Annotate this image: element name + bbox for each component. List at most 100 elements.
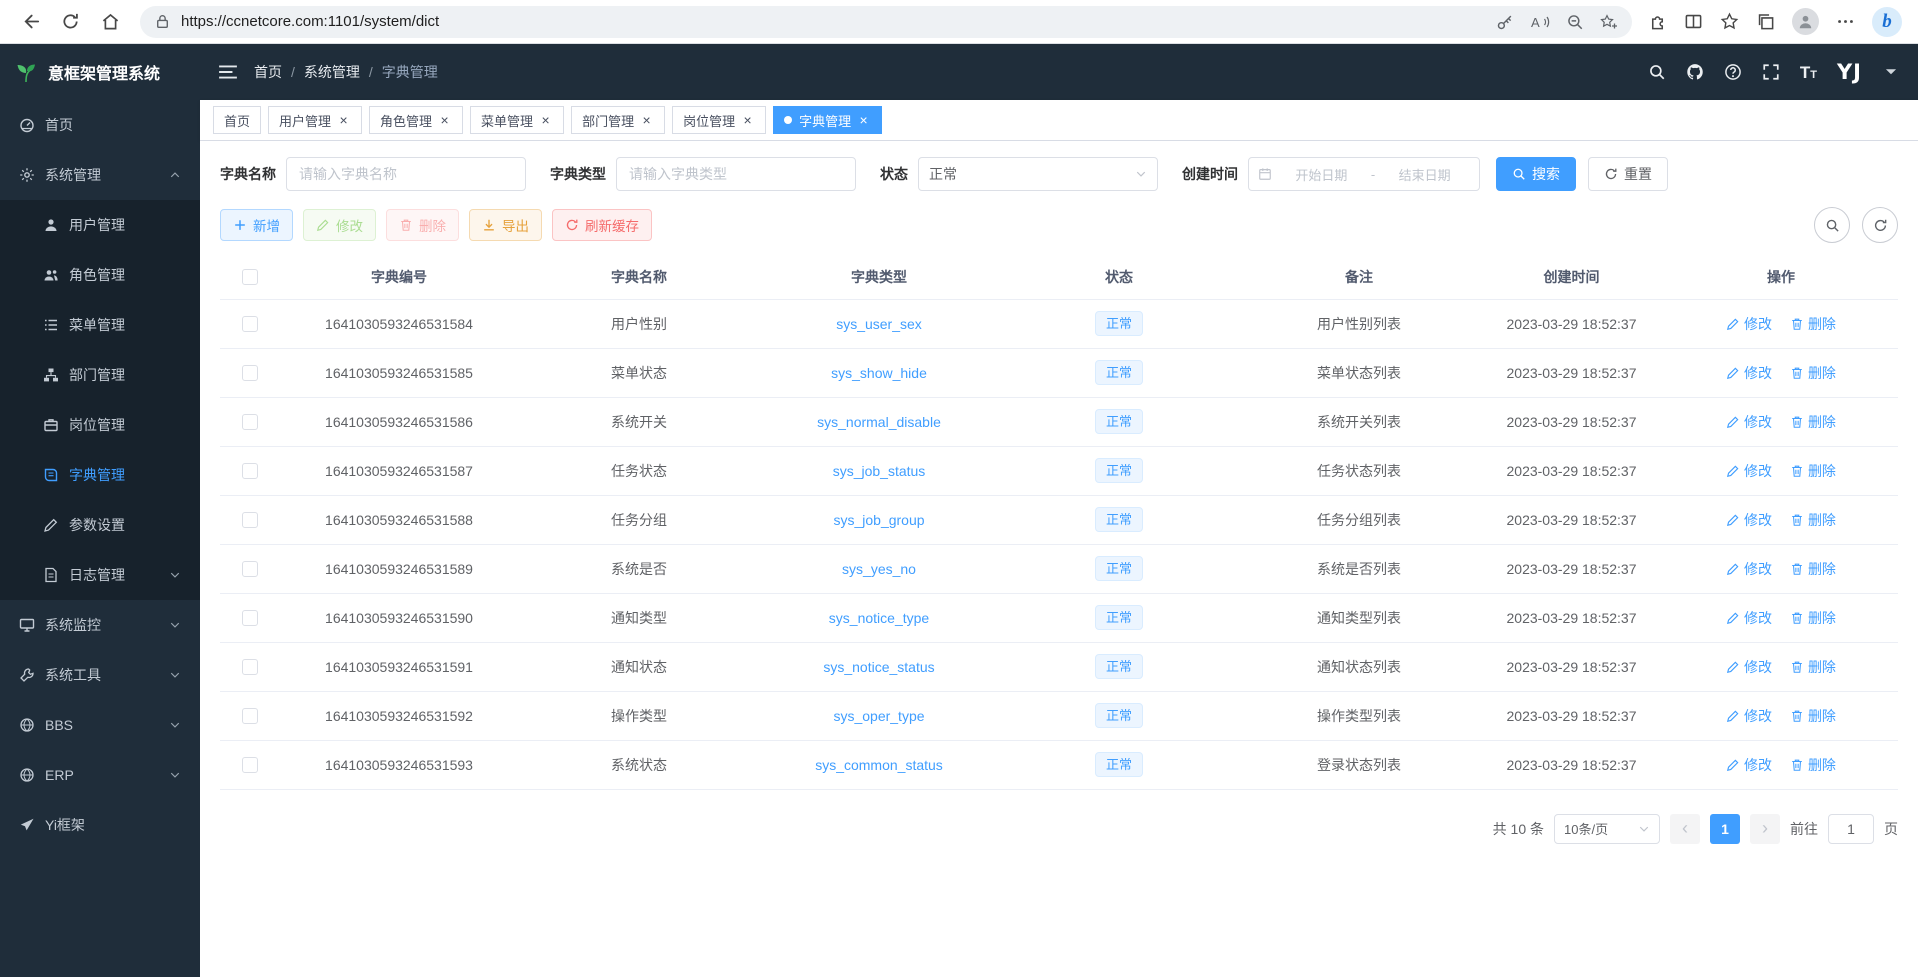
password-key-icon[interactable]	[1496, 13, 1514, 31]
create-time-range-picker[interactable]: 开始日期 - 结束日期	[1248, 157, 1480, 191]
sidebar-item-menu-mgmt[interactable]: 菜单管理	[0, 300, 200, 350]
browser-home-button[interactable]	[92, 5, 128, 39]
sidebar-item-role-mgmt[interactable]: 角色管理	[0, 250, 200, 300]
end-date-placeholder[interactable]: 结束日期	[1379, 165, 1470, 184]
search-button[interactable]: 搜索	[1496, 157, 1576, 191]
row-checkbox[interactable]	[242, 463, 258, 479]
sidebar-item-monitor[interactable]: 系统监控	[0, 600, 200, 650]
row-checkbox[interactable]	[242, 414, 258, 430]
fullscreen-icon[interactable]	[1762, 63, 1780, 81]
row-edit-link[interactable]: 修改	[1726, 412, 1772, 432]
dict-name-input[interactable]	[286, 157, 526, 191]
row-delete-link[interactable]: 删除	[1790, 608, 1836, 628]
font-size-icon[interactable]: TT	[1800, 64, 1817, 81]
sidebar-item-system[interactable]: 系统管理	[0, 150, 200, 200]
row-edit-link[interactable]: 修改	[1726, 314, 1772, 334]
sidebar-item-user-mgmt[interactable]: 用户管理	[0, 200, 200, 250]
row-edit-link[interactable]: 修改	[1726, 706, 1772, 726]
dict-type-link[interactable]: sys_yes_no	[842, 561, 916, 577]
caret-down-icon[interactable]	[1882, 63, 1900, 81]
sidebar-item-post-mgmt[interactable]: 岗位管理	[0, 400, 200, 450]
row-delete-link[interactable]: 删除	[1790, 461, 1836, 481]
row-checkbox[interactable]	[242, 316, 258, 332]
row-edit-link[interactable]: 修改	[1726, 608, 1772, 628]
sidebar-item-dict-mgmt[interactable]: 字典管理	[0, 450, 200, 500]
split-screen-icon[interactable]	[1684, 12, 1703, 31]
row-delete-link[interactable]: 删除	[1790, 314, 1836, 334]
dict-type-link[interactable]: sys_common_status	[815, 757, 943, 773]
page-number-button[interactable]: 1	[1710, 814, 1740, 844]
row-delete-link[interactable]: 删除	[1790, 755, 1836, 775]
sidebar-item-dept-mgmt[interactable]: 部门管理	[0, 350, 200, 400]
tab-user-mgmt[interactable]: 用户管理×	[268, 106, 362, 134]
breadcrumb-item[interactable]: 首页	[254, 62, 282, 82]
row-delete-link[interactable]: 删除	[1790, 363, 1836, 383]
page-size-select[interactable]: 10条/页	[1554, 814, 1660, 844]
sidebar-toggle-button[interactable]	[218, 62, 238, 82]
dict-type-link[interactable]: sys_normal_disable	[817, 414, 941, 430]
row-delete-link[interactable]: 删除	[1790, 559, 1836, 579]
reset-button[interactable]: 重置	[1588, 157, 1668, 191]
tab-close-icon[interactable]: ×	[740, 113, 755, 128]
prev-page-button[interactable]: ‹	[1670, 814, 1700, 844]
tab-close-icon[interactable]: ×	[336, 113, 351, 128]
bing-logo[interactable]: b	[1872, 7, 1902, 37]
select-all-checkbox[interactable]	[242, 269, 258, 285]
dict-type-link[interactable]: sys_show_hide	[831, 365, 927, 381]
sidebar-item-tools[interactable]: 系统工具	[0, 650, 200, 700]
dict-type-link[interactable]: sys_notice_type	[829, 610, 929, 626]
header-search-icon[interactable]	[1648, 63, 1666, 81]
favorites-icon[interactable]	[1720, 12, 1739, 31]
row-delete-link[interactable]: 删除	[1790, 706, 1836, 726]
tab-close-icon[interactable]: ×	[437, 113, 452, 128]
show-search-toggle-button[interactable]	[1814, 207, 1850, 243]
address-bar[interactable]: https://ccnetcore.com:1101/system/dict	[140, 6, 1632, 38]
tab-close-icon[interactable]: ×	[639, 113, 654, 128]
row-checkbox[interactable]	[242, 365, 258, 381]
refresh-table-button[interactable]	[1862, 207, 1898, 243]
row-edit-link[interactable]: 修改	[1726, 363, 1772, 383]
row-checkbox[interactable]	[242, 757, 258, 773]
dict-type-link[interactable]: sys_job_status	[833, 463, 926, 479]
row-delete-link[interactable]: 删除	[1790, 412, 1836, 432]
sidebar-item-param-settings[interactable]: 参数设置	[0, 500, 200, 550]
next-page-button[interactable]: ›	[1750, 814, 1780, 844]
browser-refresh-button[interactable]	[52, 5, 88, 39]
dict-type-link[interactable]: sys_notice_status	[823, 659, 934, 675]
extensions-icon[interactable]	[1648, 12, 1667, 31]
read-aloud-icon[interactable]	[1530, 13, 1550, 31]
add-favorite-icon[interactable]	[1600, 13, 1618, 31]
help-icon[interactable]	[1724, 63, 1742, 81]
tab-role-mgmt[interactable]: 角色管理×	[369, 106, 463, 134]
tab-dept-mgmt[interactable]: 部门管理×	[571, 106, 665, 134]
row-edit-link[interactable]: 修改	[1726, 755, 1772, 775]
sidebar-item-bbs[interactable]: BBS	[0, 700, 200, 750]
tab-dict-mgmt[interactable]: 字典管理×	[773, 106, 882, 134]
sidebar-item-yi-framework[interactable]: Yi框架	[0, 800, 200, 850]
add-button[interactable]: 新增	[220, 209, 293, 241]
row-checkbox[interactable]	[242, 708, 258, 724]
tab-post-mgmt[interactable]: 岗位管理×	[672, 106, 766, 134]
refresh-cache-button[interactable]: 刷新缓存	[552, 209, 652, 241]
sidebar-item-log-mgmt[interactable]: 日志管理	[0, 550, 200, 600]
url-text[interactable]: https://ccnetcore.com:1101/system/dict	[181, 13, 1486, 30]
tab-close-icon[interactable]: ×	[538, 113, 553, 128]
browser-profile-avatar[interactable]	[1792, 8, 1819, 35]
dict-type-link[interactable]: sys_oper_type	[833, 708, 924, 724]
dict-type-input[interactable]	[616, 157, 856, 191]
row-checkbox[interactable]	[242, 659, 258, 675]
row-delete-link[interactable]: 删除	[1790, 657, 1836, 677]
breadcrumb-item[interactable]: 系统管理	[304, 62, 360, 82]
zoom-out-icon[interactable]	[1566, 13, 1584, 31]
github-icon[interactable]	[1686, 63, 1704, 81]
goto-page-input[interactable]	[1828, 814, 1874, 844]
tab-close-icon[interactable]: ×	[856, 113, 871, 128]
row-edit-link[interactable]: 修改	[1726, 510, 1772, 530]
edit-button[interactable]: 修改	[303, 209, 376, 241]
browser-menu-icon[interactable]	[1836, 12, 1855, 31]
row-checkbox[interactable]	[242, 610, 258, 626]
browser-back-button[interactable]	[12, 5, 48, 39]
user-avatar-logo[interactable]: YJ	[1837, 60, 1862, 84]
sidebar-item-home[interactable]: 首页	[0, 100, 200, 150]
row-edit-link[interactable]: 修改	[1726, 559, 1772, 579]
